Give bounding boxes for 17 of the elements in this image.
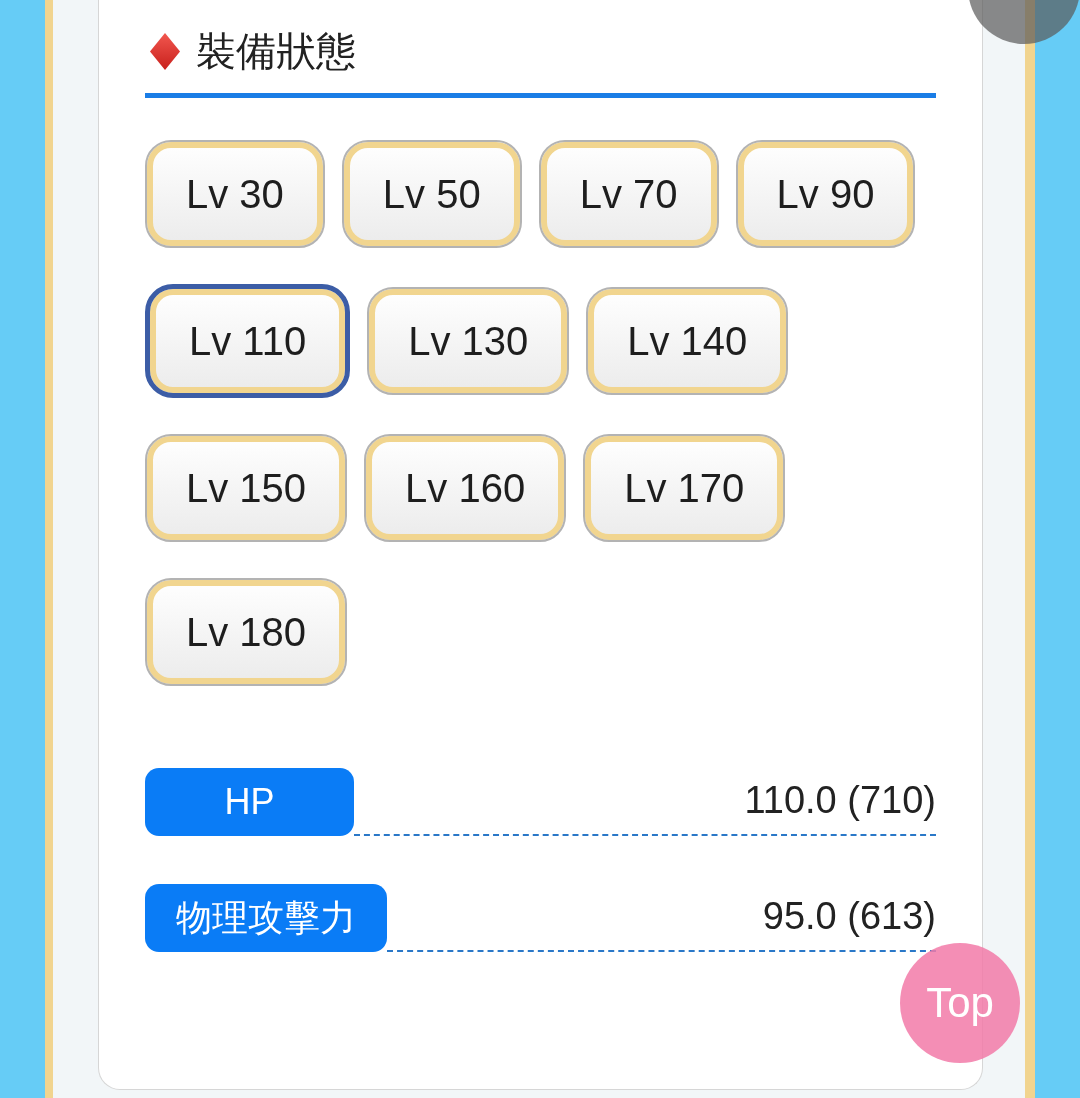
level-button[interactable]: Lv 30 [145, 140, 325, 248]
diamond-icon [150, 32, 180, 70]
level-button[interactable]: Lv 70 [538, 140, 719, 248]
level-button[interactable]: Lv 160 [364, 434, 567, 542]
level-button[interactable]: Lv 110 [145, 284, 351, 398]
level-button[interactable]: Lv 150 [145, 434, 348, 542]
level-button[interactable]: Lv 130 [367, 287, 570, 395]
stat-label: HP [145, 768, 354, 836]
level-button[interactable]: Lv 50 [341, 140, 522, 248]
level-button[interactable]: Lv 90 [735, 140, 916, 248]
stat-value: 110.0 (710) [744, 778, 936, 823]
stat-value: 95.0 (613) [762, 894, 936, 939]
stat-label: 物理攻擊力 [145, 884, 387, 952]
section-title: 裝備狀態 [196, 28, 356, 75]
level-button[interactable]: Lv 170 [583, 434, 786, 542]
level-button[interactable]: Lv 180 [145, 578, 348, 686]
level-button[interactable]: Lv 140 [586, 287, 789, 395]
